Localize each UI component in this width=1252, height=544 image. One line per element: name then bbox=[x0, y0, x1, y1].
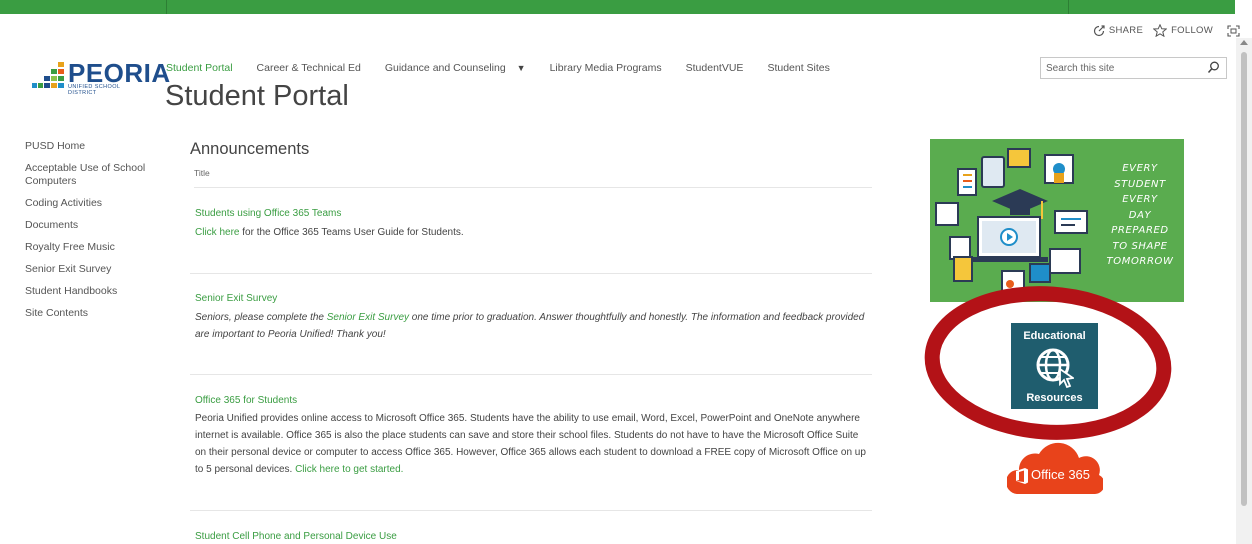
slogan-line: EVERY bbox=[1122, 163, 1158, 174]
office-cloud-icon bbox=[1007, 442, 1103, 494]
nav-studentvue[interactable]: StudentVUE bbox=[686, 62, 744, 74]
fullscreen-icon bbox=[1227, 24, 1240, 37]
focus-content-button[interactable] bbox=[1227, 24, 1240, 37]
leftnav-student-handbooks[interactable]: Student Handbooks bbox=[25, 285, 150, 298]
suite-bar-divider bbox=[1068, 0, 1069, 14]
edu-subtitle: Resources bbox=[1026, 392, 1083, 404]
leftnav-documents[interactable]: Documents bbox=[25, 219, 150, 232]
page-scrollbar[interactable] bbox=[1236, 38, 1252, 544]
slogan-line: DAY bbox=[1128, 209, 1152, 221]
announcement-item: Office 365 for Students Peoria Unified p… bbox=[190, 375, 872, 511]
announcement-text: for the Office 365 Teams User Guide for … bbox=[239, 227, 464, 238]
leftnav-royalty-free-music[interactable]: Royalty Free Music bbox=[25, 241, 150, 254]
suite-bar bbox=[0, 0, 1252, 14]
quick-launch: PUSD Home Acceptable Use of School Compu… bbox=[25, 140, 150, 329]
announcement-item: Senior Exit Survey Seniors, please compl… bbox=[190, 274, 872, 375]
column-header-title[interactable]: Title bbox=[194, 168, 872, 188]
educational-resources-button[interactable]: Educational Resources bbox=[1011, 323, 1098, 409]
scrollbar-thumb[interactable] bbox=[1241, 52, 1247, 506]
share-button[interactable]: SHARE bbox=[1093, 24, 1144, 37]
announcement-text: Seniors, please complete the bbox=[195, 312, 327, 323]
follow-button[interactable]: FOLLOW bbox=[1153, 24, 1213, 37]
announcement-link[interactable]: Click here to get started. bbox=[295, 464, 403, 475]
leftnav-pusd-home[interactable]: PUSD Home bbox=[25, 140, 150, 153]
suite-bar-divider bbox=[166, 0, 167, 14]
edu-title: Educational bbox=[1023, 330, 1086, 342]
office-365-label: Office 365 bbox=[1031, 467, 1091, 482]
slogan-line: TO SHAPE bbox=[1112, 240, 1168, 252]
leftnav-coding-activities[interactable]: Coding Activities bbox=[25, 197, 150, 210]
announcement-title[interactable]: Student Cell Phone and Personal Device U… bbox=[195, 531, 872, 542]
office-365-button[interactable]: Office 365 bbox=[1007, 432, 1103, 496]
leftnav-site-contents[interactable]: Site Contents bbox=[25, 307, 150, 320]
announcements-heading[interactable]: Announcements bbox=[190, 140, 872, 159]
announcement-title[interactable]: Office 365 for Students bbox=[195, 395, 872, 406]
nav-library-media-programs[interactable]: Library Media Programs bbox=[550, 62, 662, 74]
announcement-body: Seniors, please complete the Senior Exit… bbox=[195, 309, 872, 343]
suite-bar-fill bbox=[0, 0, 1235, 14]
announcement-body: Click here for the Office 365 Teams User… bbox=[195, 224, 872, 241]
nav-career-technical-ed[interactable]: Career & Technical Ed bbox=[257, 62, 361, 74]
search-input[interactable] bbox=[1041, 58, 1201, 79]
slogan-line: STUDENT bbox=[1114, 178, 1166, 190]
slogan-line: EVERY bbox=[1122, 194, 1158, 205]
page-actions: SHARE FOLLOW bbox=[1093, 24, 1240, 37]
star-icon bbox=[1153, 24, 1168, 37]
announcement-title[interactable]: Students using Office 365 Teams bbox=[195, 208, 872, 219]
top-navigation: Student Portal Career & Technical Ed Gui… bbox=[166, 62, 854, 74]
announcement-item: Students using Office 365 Teams Click he… bbox=[190, 188, 872, 274]
announcement-item: Student Cell Phone and Personal Device U… bbox=[190, 511, 872, 542]
every-student-banner[interactable]: EVERY STUDENT EVERY DAY PREPARED TO SHAP… bbox=[930, 139, 1184, 302]
announcement-link[interactable]: Click here bbox=[195, 227, 239, 238]
scroll-up-arrow-icon[interactable] bbox=[1240, 40, 1248, 45]
banner-slogan: EVERY STUDENT EVERY DAY PREPARED TO SHAP… bbox=[1106, 161, 1174, 270]
share-icon bbox=[1093, 24, 1105, 36]
dropdown-caret-icon[interactable]: ▼ bbox=[517, 63, 526, 73]
announcement-title[interactable]: Senior Exit Survey bbox=[195, 293, 872, 304]
page-title: Student Portal bbox=[165, 80, 349, 112]
announcements-webpart: Announcements Title Students using Offic… bbox=[190, 140, 872, 542]
announcement-link[interactable]: Senior Exit Survey bbox=[327, 312, 409, 323]
logo-mark-icon bbox=[32, 62, 64, 88]
digital-learning-illustration bbox=[935, 148, 1088, 292]
leftnav-acceptable-use[interactable]: Acceptable Use of School Computers bbox=[25, 162, 150, 188]
nav-guidance-counseling[interactable]: Guidance and Counseling ▼ bbox=[385, 62, 526, 74]
share-label: SHARE bbox=[1108, 25, 1144, 36]
slogan-line: TOMORROW bbox=[1106, 256, 1174, 267]
leftnav-senior-exit-survey[interactable]: Senior Exit Survey bbox=[25, 263, 150, 276]
search-box bbox=[1040, 57, 1227, 79]
office-logo-icon bbox=[1016, 468, 1028, 484]
globe-cursor-icon bbox=[1036, 348, 1074, 389]
follow-label: FOLLOW bbox=[1171, 25, 1213, 36]
search-icon[interactable] bbox=[1207, 61, 1220, 74]
nav-guidance-label: Guidance and Counseling bbox=[384, 62, 506, 74]
nav-student-sites[interactable]: Student Sites bbox=[767, 62, 829, 74]
announcement-body: Peoria Unified provides online access to… bbox=[195, 410, 872, 478]
site-logo[interactable]: PEORIA UNIFIED SCHOOL DISTRICT bbox=[32, 58, 170, 96]
slogan-line: PREPARED bbox=[1111, 225, 1169, 236]
nav-student-portal[interactable]: Student Portal bbox=[166, 62, 233, 74]
logo-subtitle: UNIFIED SCHOOL DISTRICT bbox=[68, 84, 121, 96]
